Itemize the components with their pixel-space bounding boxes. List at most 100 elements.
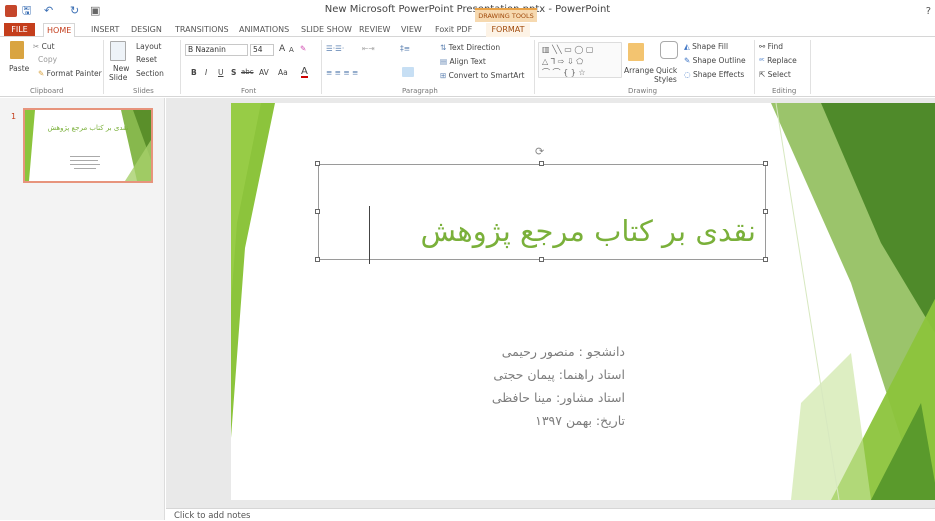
text-caret	[369, 206, 370, 264]
powerpoint-app-icon[interactable]	[5, 5, 17, 17]
separator	[754, 40, 755, 94]
text-direction-button[interactable]: ⇅ Text Direction	[440, 43, 500, 52]
replace-label: Replace	[767, 56, 797, 65]
rtl-direction-icon[interactable]	[402, 67, 414, 77]
shapes-gallery[interactable]: ▥ ╲╲ ▭ ◯ ▢ △ ⅂ ⇨ ⇩ ⬠ ⌒ ⌒ { } ☆	[538, 42, 622, 78]
font-color-button[interactable]: A	[301, 67, 308, 78]
change-case-button[interactable]: Aa	[278, 68, 288, 77]
tab-review[interactable]: REVIEW	[356, 23, 393, 36]
line-spacing-icon[interactable]: ‡≡	[400, 44, 410, 53]
subtitle-line-date: تاریخ: بهمن ۱۳۹۷	[535, 413, 625, 428]
editing-group-label: Editing	[772, 87, 797, 95]
save-icon[interactable]: 🖫	[22, 5, 31, 17]
shape-outline-label: Shape Outline	[692, 56, 746, 65]
paste-icon[interactable]	[10, 41, 24, 59]
scissors-icon: ✂	[33, 42, 42, 51]
shape-effects-button[interactable]: ◌ Shape Effects	[684, 70, 744, 79]
smartart-label: Convert to SmartArt	[448, 71, 525, 80]
arrange-button[interactable]: Arrange	[624, 66, 654, 75]
separator	[810, 40, 811, 94]
new-slide-button-label[interactable]: Slide	[109, 73, 127, 82]
arrange-icon[interactable]	[628, 43, 644, 61]
window-title: New Microsoft PowerPoint Presentation.pp…	[324, 4, 611, 15]
tab-format[interactable]: FORMAT	[486, 23, 530, 38]
tab-transitions[interactable]: TRANSITIONS	[172, 23, 232, 36]
section-button[interactable]: Section	[136, 69, 164, 78]
resize-handle-nw[interactable]	[315, 161, 320, 166]
align-text-button[interactable]: ▤ Align Text	[440, 57, 486, 66]
copy-button[interactable]: Copy	[38, 55, 57, 64]
shadow-button[interactable]: S	[231, 68, 236, 77]
layout-button[interactable]: Layout	[136, 42, 162, 51]
bullets-icon[interactable]: ☰·☰·	[326, 44, 344, 53]
redo-icon[interactable]: ↻	[70, 5, 79, 17]
notes-pane[interactable]	[166, 508, 935, 520]
resize-handle-sw[interactable]	[315, 257, 320, 262]
character-spacing-button[interactable]: AV	[259, 68, 269, 77]
shape-effects-label: Shape Effects	[692, 70, 745, 79]
slide-canvas[interactable]	[231, 103, 935, 500]
quick-styles-icon[interactable]	[660, 41, 678, 59]
tab-design[interactable]: DESIGN	[128, 23, 165, 36]
help-icon[interactable]: ?	[926, 6, 931, 17]
paragraph-group-label: Paragraph	[402, 87, 438, 95]
quick-styles-button[interactable]: Quick	[656, 66, 677, 75]
select-button[interactable]: ⇱ Select	[759, 70, 791, 79]
smartart-icon: ⊞	[440, 71, 449, 80]
font-group-label: Font	[241, 87, 257, 95]
text-direction-icon: ⇅	[440, 43, 449, 52]
subtitle-line-student: دانشجو : منصور رحیمی	[501, 344, 625, 359]
grow-font-button[interactable]: A	[279, 45, 285, 54]
thumbnail-background	[25, 110, 151, 181]
shape-outline-button[interactable]: ✎ Shape Outline	[684, 56, 746, 65]
underline-button[interactable]: U	[218, 68, 224, 77]
binoculars-icon: ⚯	[759, 42, 768, 51]
thumbnail-title: نقدی بر کتاب مرجع پژوهش	[47, 124, 129, 132]
strikethrough-button[interactable]: abc	[241, 68, 254, 77]
indent-icon[interactable]: ⇤⇥	[362, 44, 375, 53]
replace-button[interactable]: ᵃᶜ Replace	[759, 56, 797, 65]
new-slide-icon[interactable]	[110, 41, 126, 61]
drawing-group-label: Drawing	[628, 87, 658, 95]
paste-button[interactable]: Paste	[9, 64, 29, 73]
bold-button[interactable]: B	[191, 68, 197, 77]
resize-handle-e[interactable]	[763, 209, 768, 214]
format-painter-button[interactable]: ✎ Format Painter	[38, 69, 102, 78]
reset-button[interactable]: Reset	[136, 55, 157, 64]
resize-handle-se[interactable]	[763, 257, 768, 262]
convert-smartart-button[interactable]: ⊞ Convert to SmartArt	[440, 71, 524, 80]
tab-view[interactable]: VIEW	[398, 23, 425, 36]
slide-title[interactable]: نقدی بر کتاب مرجع پژوهش	[318, 214, 756, 248]
start-slideshow-icon[interactable]: ▣	[90, 5, 100, 17]
undo-icon[interactable]: ↶	[44, 5, 53, 17]
quick-styles-button-label[interactable]: Styles	[654, 75, 677, 84]
font-size-select[interactable]: 54	[250, 44, 274, 56]
tab-animations[interactable]: ANIMATIONS	[236, 23, 292, 36]
tab-foxit-pdf[interactable]: Foxit PDF	[432, 23, 475, 36]
new-slide-button[interactable]: New	[113, 64, 129, 73]
cut-button[interactable]: ✂ Cut	[33, 42, 55, 51]
font-family-select[interactable]: B Nazanin	[185, 44, 248, 56]
clear-formatting-icon[interactable]: ✎	[300, 44, 306, 53]
tab-insert[interactable]: INSERT	[88, 23, 122, 36]
rotate-handle-icon[interactable]: ⟳	[535, 145, 544, 158]
thumbnail-text-line	[70, 164, 100, 165]
italic-button[interactable]: I	[205, 68, 207, 77]
cursor-icon: ⇱	[759, 70, 768, 79]
tab-slide-show[interactable]: SLIDE SHOW	[298, 23, 355, 36]
shape-fill-button[interactable]: ◭ Shape Fill	[684, 42, 728, 51]
alignment-icons[interactable]: ≡ ≡ ≡ ≡	[326, 68, 358, 77]
resize-handle-n[interactable]	[539, 161, 544, 166]
tab-home[interactable]: HOME	[43, 23, 76, 38]
slide-thumbnail[interactable]: نقدی بر کتاب مرجع پژوهش	[23, 108, 153, 183]
align-text-label: Align Text	[449, 57, 486, 66]
thumbnail-text-line	[70, 156, 100, 157]
resize-handle-ne[interactable]	[763, 161, 768, 166]
separator	[103, 40, 104, 94]
tab-file[interactable]: FILE	[4, 23, 35, 36]
find-button[interactable]: ⚯ Find	[759, 42, 783, 51]
more-shapes-icons: ⌒ ⌒ { } ☆	[542, 68, 586, 77]
subtitle-placeholder[interactable]: دانشجو : منصور رحیمی استاد راهنما: پیمان…	[430, 340, 625, 432]
resize-handle-s[interactable]	[539, 257, 544, 262]
shrink-font-button[interactable]: A	[289, 46, 294, 55]
